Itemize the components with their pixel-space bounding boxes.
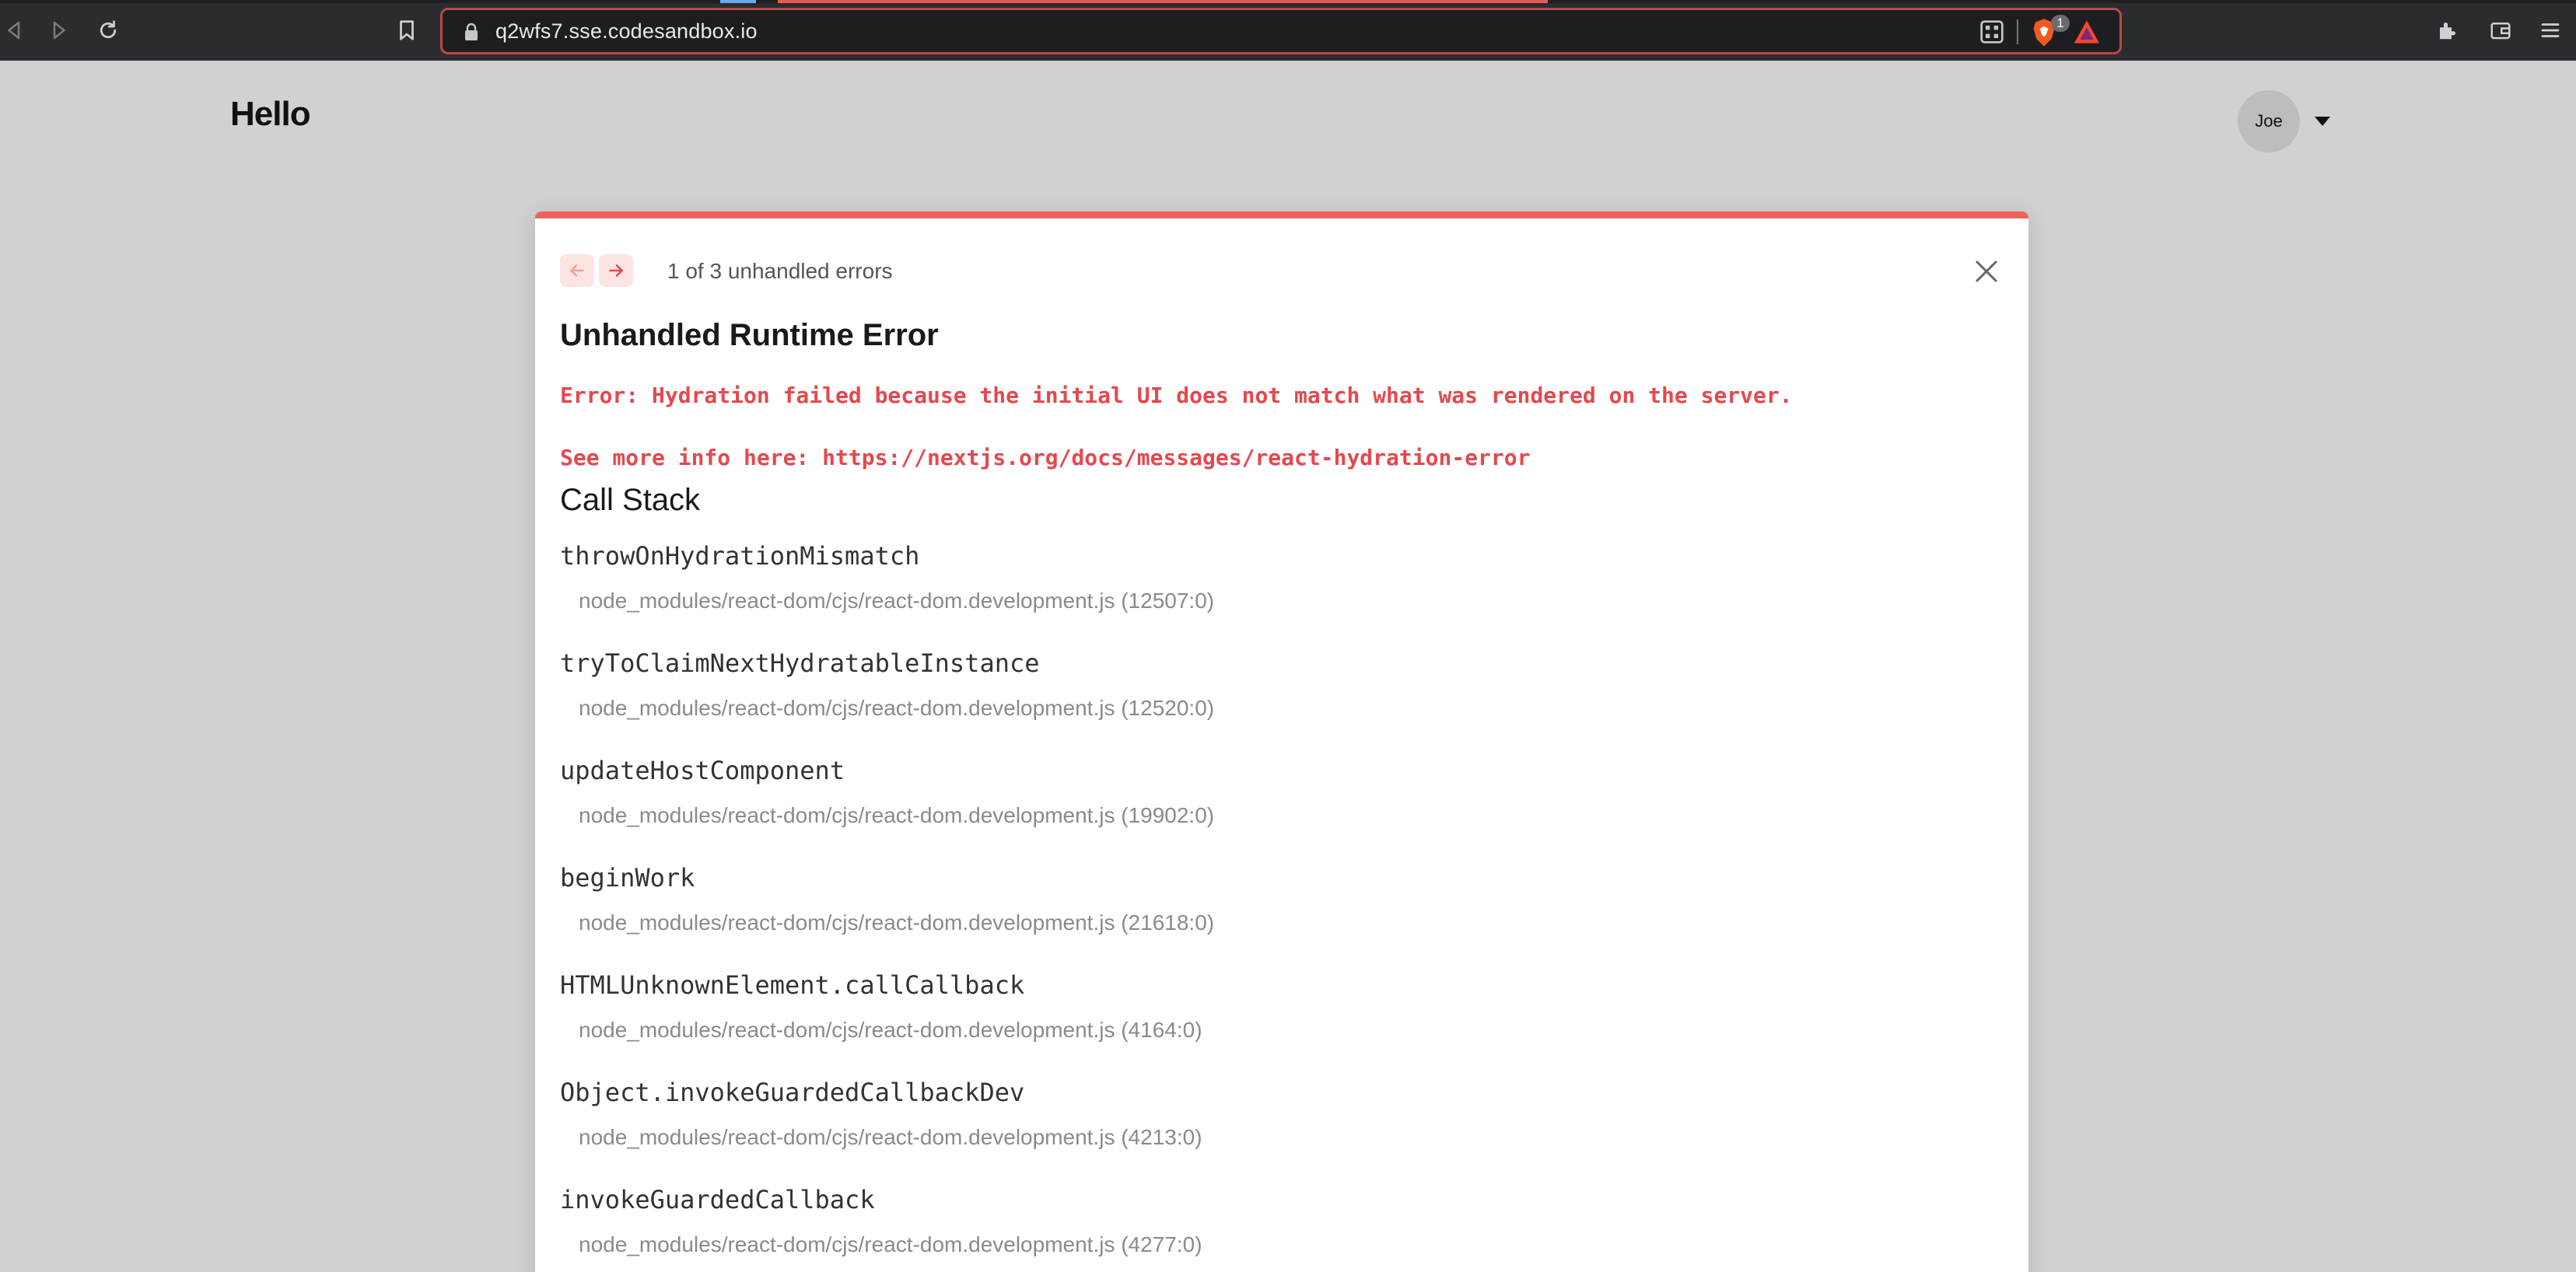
- omnibox-divider: [2017, 19, 2018, 44]
- browser-toolbar: q2wfs7.sse.codesandbox.io 1: [0, 0, 2576, 61]
- avatar[interactable]: Joe: [2238, 90, 2300, 152]
- call-stack-list: throwOnHydrationMismatch node_modules/re…: [560, 537, 2007, 1272]
- reload-icon[interactable]: [93, 16, 123, 45]
- qr-code-icon[interactable]: [1979, 19, 2004, 44]
- stack-frame[interactable]: invokeGuardedCallback node_modules/react…: [560, 1181, 2007, 1272]
- stack-frame-file[interactable]: node_modules/react-dom/cjs/react-dom.dev…: [560, 1226, 2007, 1263]
- address-bar[interactable]: q2wfs7.sse.codesandbox.io 1: [440, 8, 2122, 54]
- stack-frame[interactable]: updateHostComponent node_modules/react-d…: [560, 752, 2007, 859]
- page-title: Hello: [230, 95, 311, 133]
- prev-error-button[interactable]: [560, 254, 594, 287]
- stack-frame[interactable]: beginWork node_modules/react-dom/cjs/rea…: [560, 859, 2007, 966]
- error-count: 1 of 3 unhandled errors: [667, 259, 893, 283]
- call-stack-title: Call Stack: [560, 483, 701, 517]
- close-icon[interactable]: [1972, 257, 2000, 285]
- stack-frame-file[interactable]: node_modules/react-dom/cjs/react-dom.dev…: [560, 690, 2007, 727]
- stack-frame-function: updateHostComponent: [560, 756, 845, 785]
- tab-indicator[interactable]: [720, 0, 756, 3]
- shields-badge: 1: [2051, 15, 2070, 32]
- stack-frame-file[interactable]: node_modules/react-dom/cjs/react-dom.dev…: [560, 1012, 2007, 1049]
- stack-frame-file[interactable]: node_modules/react-dom/cjs/react-dom.dev…: [560, 582, 2007, 620]
- stack-frame-file[interactable]: node_modules/react-dom/cjs/react-dom.dev…: [560, 1119, 2007, 1156]
- stack-frame[interactable]: throwOnHydrationMismatch node_modules/re…: [560, 537, 2007, 645]
- stack-frame-file[interactable]: node_modules/react-dom/cjs/react-dom.dev…: [560, 904, 2007, 942]
- error-message: Error: Hydration failed because the init…: [560, 383, 1793, 470]
- stack-frame-function: invokeGuardedCallback: [560, 1185, 875, 1214]
- wallet-icon[interactable]: [2486, 16, 2515, 45]
- next-error-button[interactable]: [599, 254, 633, 287]
- chevron-down-icon[interactable]: [2315, 117, 2330, 126]
- stack-frame[interactable]: tryToClaimNextHydratableInstance node_mo…: [560, 645, 2007, 752]
- bookmark-icon[interactable]: [392, 16, 422, 45]
- arrow-left-icon: [570, 264, 584, 277]
- stack-frame-function: HTMLUnknownElement.callCallback: [560, 970, 1025, 1000]
- error-overlay-dialog: 1 of 3 unhandled errors Unhandled Runtim…: [535, 211, 2028, 1272]
- stack-frame[interactable]: HTMLUnknownElement.callCallback node_mod…: [560, 966, 2007, 1074]
- bat-rewards-icon[interactable]: [2073, 19, 2101, 44]
- stack-frame-function: Object.invokeGuardedCallbackDev: [560, 1078, 1025, 1107]
- back-icon[interactable]: [0, 16, 30, 45]
- lock-icon: [465, 23, 478, 40]
- menu-icon[interactable]: [2536, 16, 2565, 45]
- stack-frame-file[interactable]: node_modules/react-dom/cjs/react-dom.dev…: [560, 797, 2007, 834]
- forward-icon[interactable]: [44, 16, 73, 45]
- tab-strip[interactable]: [0, 0, 2576, 3]
- url-text[interactable]: q2wfs7.sse.codesandbox.io: [495, 19, 758, 44]
- arrow-right-icon: [609, 264, 623, 277]
- extensions-icon[interactable]: [2433, 16, 2462, 45]
- active-tab[interactable]: [778, 0, 1548, 3]
- stack-frame-function: throwOnHydrationMismatch: [560, 541, 920, 571]
- stack-frame[interactable]: Object.invokeGuardedCallbackDev node_mod…: [560, 1074, 2007, 1181]
- stack-frame-function: beginWork: [560, 863, 695, 893]
- stack-frame-function: tryToClaimNextHydratableInstance: [560, 648, 1040, 678]
- error-title: Unhandled Runtime Error: [560, 318, 939, 352]
